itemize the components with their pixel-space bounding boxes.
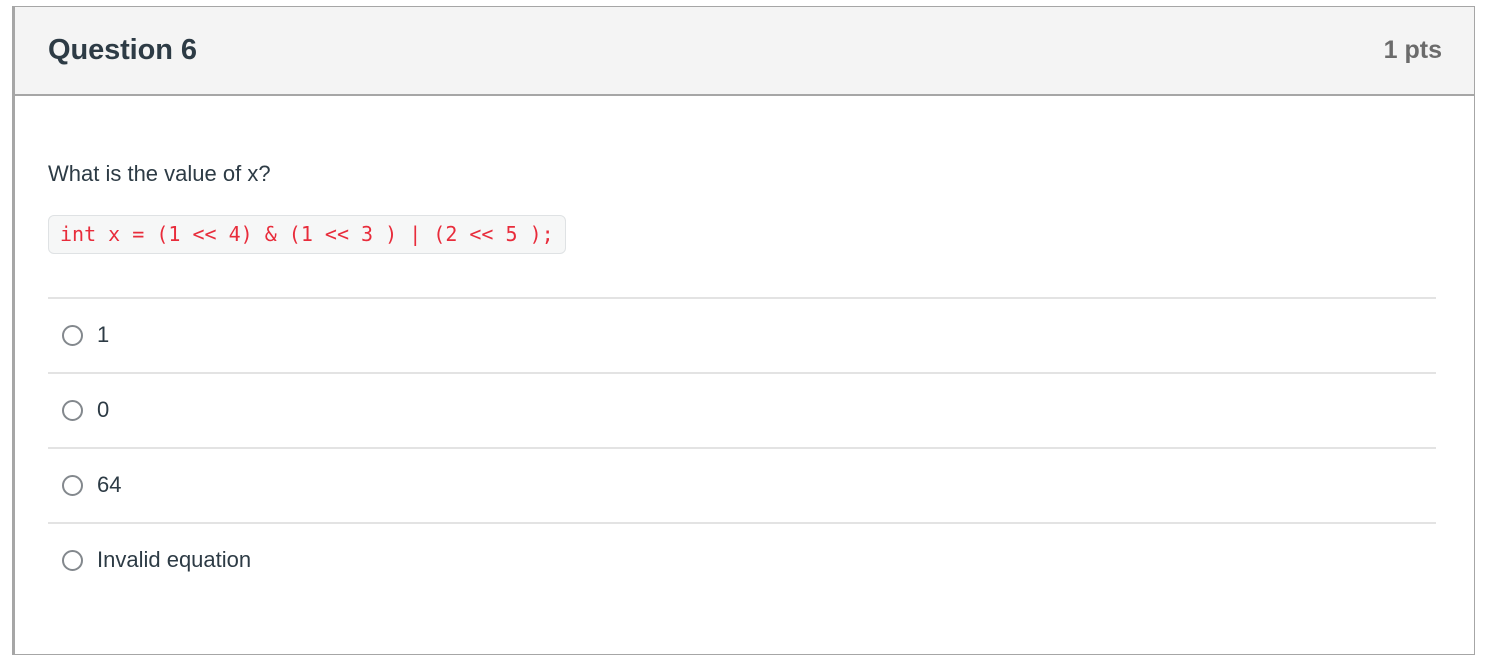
answer-option-3[interactable]: 64 bbox=[48, 446, 1436, 522]
answer-option-4[interactable]: Invalid equation bbox=[48, 521, 1436, 597]
radio-button-icon[interactable] bbox=[62, 474, 83, 496]
radio-button-icon[interactable] bbox=[62, 549, 83, 571]
question-body: What is the value of x? int x = (1 << 4)… bbox=[15, 159, 1474, 597]
answer-label: 64 bbox=[97, 472, 122, 498]
radio-button-icon[interactable] bbox=[62, 399, 83, 421]
question-points: 1 pts bbox=[1383, 36, 1442, 64]
answer-option-1[interactable]: 1 bbox=[48, 296, 1436, 372]
answer-label: 0 bbox=[97, 397, 110, 423]
question-title: Question 6 bbox=[48, 34, 197, 66]
answer-label: Invalid equation bbox=[97, 547, 252, 573]
answer-label: 1 bbox=[97, 322, 110, 348]
code-block: int x = (1 << 4) & (1 << 3 ) | (2 << 5 )… bbox=[48, 214, 1441, 254]
radio-button-icon[interactable] bbox=[62, 324, 83, 346]
answer-option-2[interactable]: 0 bbox=[48, 371, 1436, 447]
question-card: Question 6 1 pts What is the value of x?… bbox=[12, 6, 1475, 655]
answer-list: 1 0 64 Invalid equation bbox=[48, 296, 1441, 597]
code-snippet: int x = (1 << 4) & (1 << 3 ) | (2 << 5 )… bbox=[48, 214, 566, 254]
question-prompt: What is the value of x? bbox=[48, 161, 271, 186]
question-header: Question 6 1 pts bbox=[15, 7, 1474, 96]
